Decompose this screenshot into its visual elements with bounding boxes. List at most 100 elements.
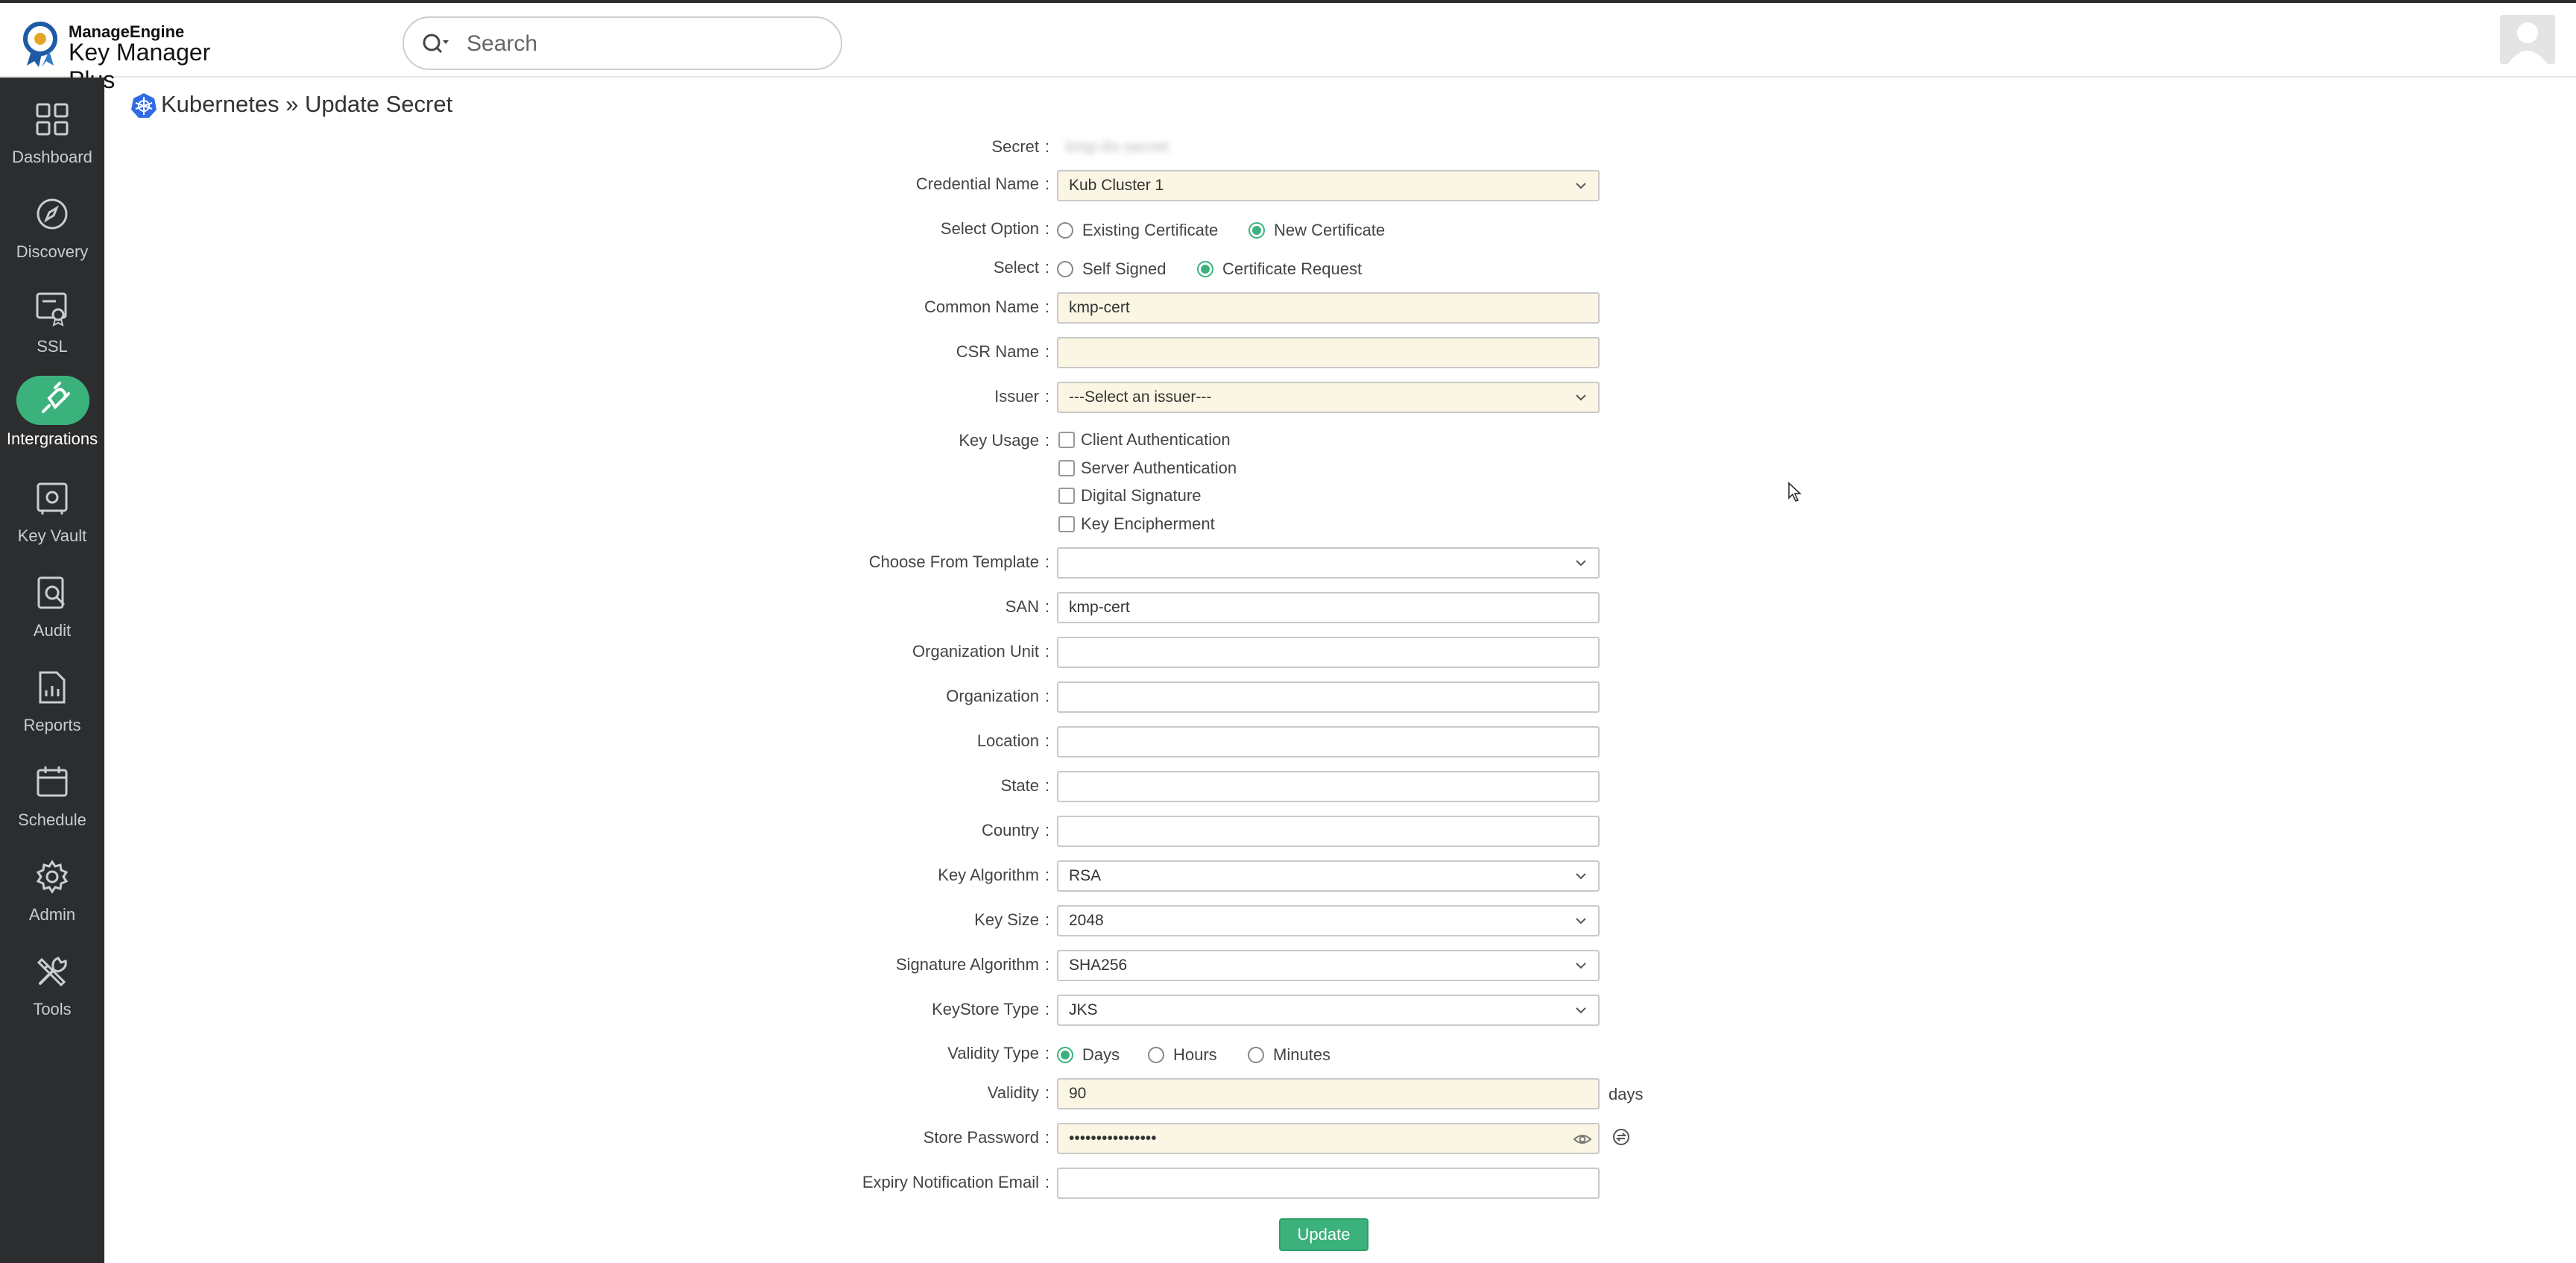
san-input[interactable]: kmp-cert (1057, 592, 1600, 623)
sidebar-item-discovery[interactable]: Discovery (0, 189, 104, 271)
colon: : (1045, 866, 1050, 884)
csr-name-input[interactable] (1057, 337, 1600, 368)
colon: : (1045, 137, 1050, 156)
sidebar-item-label: Discovery (16, 242, 89, 261)
country-input[interactable] (1057, 816, 1600, 847)
app-logo[interactable]: ManageEngine Key Manager Plus (19, 19, 258, 93)
radio-circle[interactable] (1057, 1047, 1073, 1063)
validity-value: 90 (1069, 1085, 1087, 1102)
expiry-email-input[interactable] (1057, 1168, 1600, 1199)
sidebar-item-schedule[interactable]: Schedule (0, 757, 104, 839)
sidebar-item-key-vault[interactable]: Key Vault (0, 473, 104, 555)
select-label: Select (993, 258, 1039, 277)
update-button[interactable]: Update (1279, 1218, 1368, 1251)
sidebar-item-integrations[interactable]: Intergrations (0, 376, 104, 458)
colon: : (1045, 342, 1050, 361)
vault-icon (37, 482, 68, 514)
issuer-label: Issuer (994, 387, 1039, 406)
store-password-input[interactable]: •••••••••••••••• (1057, 1123, 1600, 1154)
sidebar-item-ssl[interactable]: SSL (0, 283, 104, 365)
sidebar-item-label: Schedule (18, 810, 86, 829)
chevron-down-icon (1576, 918, 1586, 925)
sidebar-item-reports[interactable]: Reports (0, 662, 104, 744)
store-password-label: Store Password (923, 1128, 1039, 1147)
keystore-type-select[interactable]: JKS (1057, 995, 1600, 1026)
sidebar-item-label: Dashboard (12, 148, 92, 166)
radio-circle[interactable] (1057, 261, 1073, 277)
keystore-type-label: KeyStore Type (932, 1000, 1039, 1018)
colon: : (1045, 910, 1050, 929)
colon: : (1045, 174, 1050, 193)
radio-circle[interactable] (1248, 1047, 1264, 1063)
signature-algorithm-value: SHA256 (1069, 957, 1128, 974)
organization-label: Organization (946, 687, 1039, 705)
organization-input[interactable] (1057, 681, 1600, 713)
checkbox-label: Server Authentication (1081, 459, 1237, 477)
csr-name-label: CSR Name (956, 342, 1039, 361)
san-value: kmp-cert (1069, 599, 1130, 616)
validity-input[interactable]: 90 (1057, 1078, 1600, 1109)
checkbox-box[interactable] (1058, 432, 1075, 448)
org-unit-input[interactable] (1057, 637, 1600, 668)
signature-algorithm-label: Signature Algorithm (896, 955, 1039, 974)
colon: : (1045, 731, 1050, 750)
colon: : (1045, 642, 1050, 661)
search-icon[interactable] (420, 31, 450, 58)
chevron-down-icon (1576, 560, 1586, 567)
expiry-email-label: Expiry Notification Email (862, 1173, 1039, 1191)
colon: : (1045, 1083, 1050, 1102)
state-label: State (1000, 776, 1039, 795)
san-label: SAN (1005, 597, 1039, 616)
chevron-down-icon (1576, 394, 1586, 401)
sidebar-item-audit[interactable]: Audit (0, 567, 104, 649)
checkbox-box[interactable] (1058, 488, 1075, 504)
radio-circle[interactable] (1057, 222, 1073, 239)
checkbox-box[interactable] (1058, 516, 1075, 532)
checkbox-label: Client Authentication (1081, 430, 1231, 449)
colon: : (1045, 1000, 1050, 1018)
radio-label: Existing Certificate (1082, 221, 1219, 239)
state-input[interactable] (1057, 771, 1600, 802)
chevron-down-icon (1576, 183, 1586, 189)
issuer-select[interactable]: ---Select an issuer--- (1057, 382, 1600, 413)
search-box[interactable] (402, 16, 842, 70)
country-label: Country (981, 821, 1039, 840)
sidebar-item-label: Audit (33, 621, 72, 640)
sidebar-item-tools[interactable]: Tools (0, 946, 104, 1028)
colon: : (1045, 431, 1050, 450)
chevron-down-icon (1576, 963, 1586, 969)
credential-name-select[interactable]: Kub Cluster 1 (1057, 170, 1600, 201)
generate-password-icon[interactable] (1611, 1127, 1631, 1147)
checkbox-box[interactable] (1058, 460, 1075, 476)
common-name-input[interactable]: kmp-cert (1057, 292, 1600, 324)
sidebar-item-dashboard[interactable]: Dashboard (0, 94, 104, 176)
avatar[interactable] (2500, 15, 2555, 64)
signature-algorithm-select[interactable]: SHA256 (1057, 950, 1600, 981)
search-input[interactable] (467, 28, 824, 60)
sidebar-item-admin[interactable]: Admin (0, 851, 104, 933)
key-algorithm-value: RSA (1069, 867, 1102, 884)
radio-circle[interactable] (1248, 222, 1265, 239)
radio-circle[interactable] (1197, 261, 1213, 277)
key-size-select[interactable]: 2048 (1057, 905, 1600, 936)
colon: : (1045, 552, 1050, 571)
key-algorithm-select[interactable]: RSA (1057, 860, 1600, 892)
certificate-icon (36, 292, 67, 327)
location-input[interactable] (1057, 726, 1600, 758)
radio-label: New Certificate (1274, 221, 1386, 239)
colon: : (1045, 955, 1050, 974)
eye-icon[interactable] (1573, 1130, 1592, 1148)
template-label: Choose From Template (868, 552, 1039, 571)
radio-circle[interactable] (1148, 1047, 1164, 1063)
key-usage-label: Key Usage (959, 431, 1039, 450)
calendar-icon (37, 766, 68, 797)
common-name-label: Common Name (924, 297, 1039, 316)
colon: : (1045, 1128, 1050, 1147)
template-select[interactable] (1057, 547, 1600, 579)
credential-name-label: Credential Name (915, 174, 1039, 193)
credential-name-value: Kub Cluster 1 (1069, 177, 1164, 194)
secret-value: kmp-tls-secret (1066, 137, 1169, 156)
colon: : (1045, 1173, 1050, 1191)
common-name-value: kmp-cert (1069, 299, 1130, 316)
colon: : (1045, 297, 1050, 316)
